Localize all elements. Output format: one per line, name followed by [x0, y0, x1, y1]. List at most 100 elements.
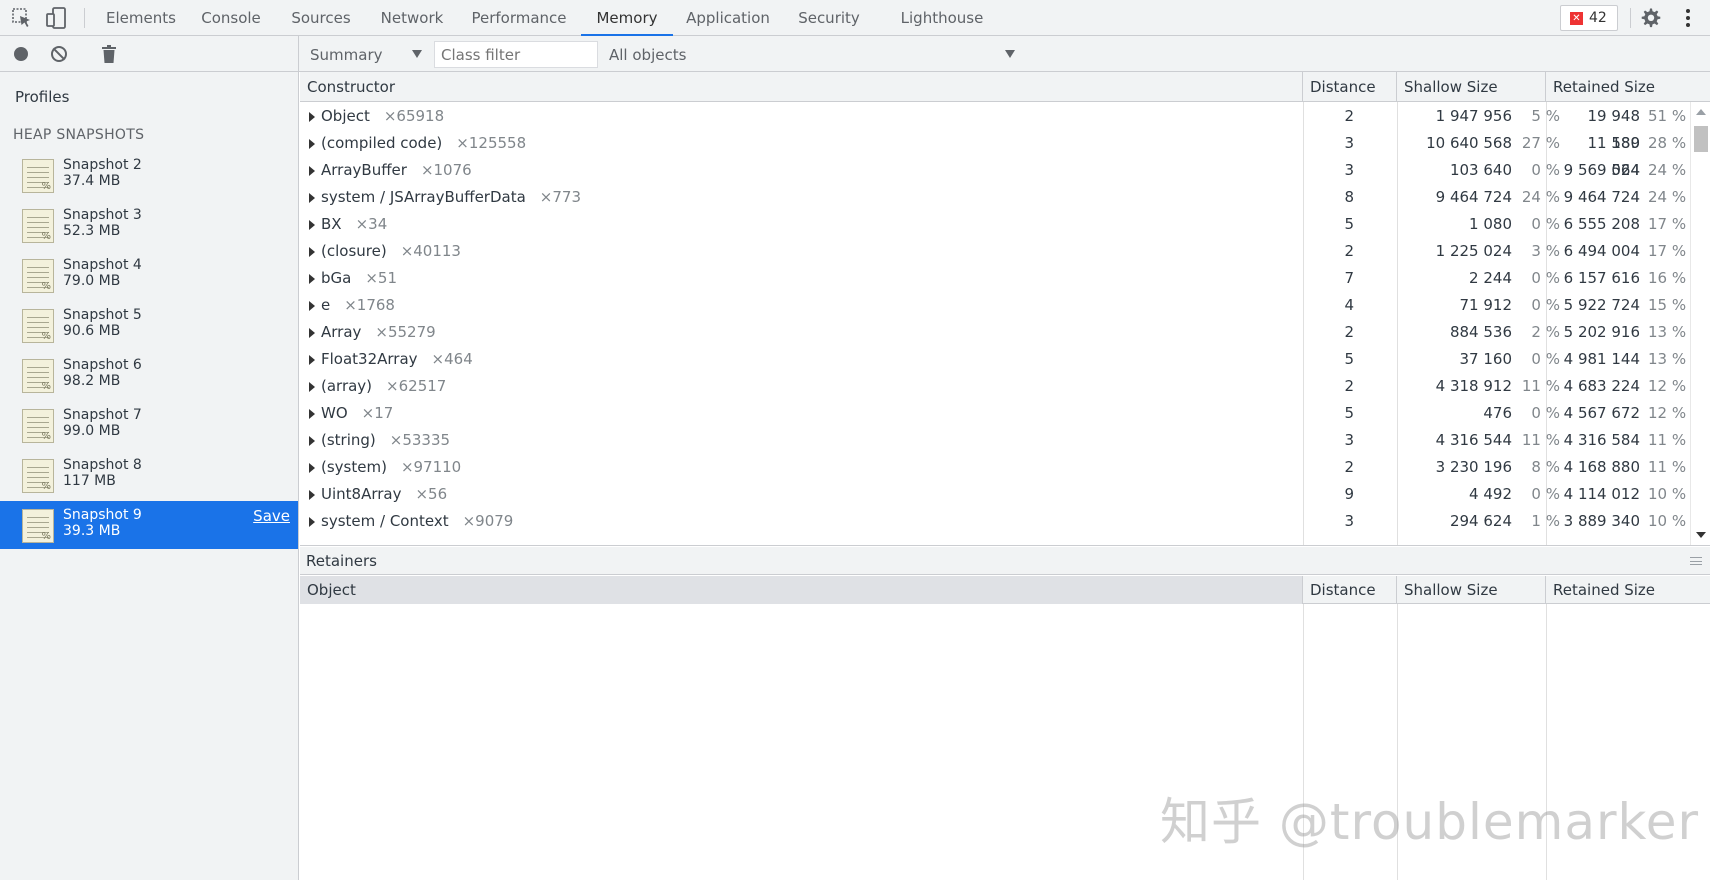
row-shallow-percent: 3 % — [1531, 242, 1560, 260]
constructor-label: ArrayBuffer — [321, 161, 407, 179]
constructor-label: (string) — [321, 431, 376, 449]
expand-triangle-icon[interactable] — [309, 247, 315, 257]
row-shallow-size: 10 640 568 — [1426, 134, 1512, 152]
snapshot-item-selected[interactable]: Snapshot 9 39.3 MB Save — [0, 501, 298, 549]
scrollbar-thumb[interactable] — [1694, 126, 1708, 152]
table-row[interactable]: BX ×34 5 1 080 0 % 6 555 208 17 % — [300, 211, 1690, 238]
row-shallow-size: 884 536 — [1449, 323, 1512, 341]
table-row[interactable]: (system) ×97110 2 3 230 196 8 % 4 168 880 11 % — [300, 454, 1690, 481]
tab-elements[interactable]: Elements — [100, 0, 182, 36]
table-row[interactable]: (string) ×53335 3 4 316 544 11 % 4 316 584 11 … — [300, 427, 1690, 454]
expand-triangle-icon[interactable] — [309, 193, 315, 203]
constructor-label: system / JSArrayBufferData — [321, 188, 526, 206]
table-row[interactable]: WO ×17 5 476 0 % 4 567 672 12 % — [300, 400, 1690, 427]
table-row[interactable]: Object ×65918 2 1 947 956 5 % 19 948 580 51 % — [300, 103, 1690, 152]
table-row[interactable]: system / Context ×9079 3 294 624 1 % 3 889 34… — [300, 508, 1690, 535]
tab-sources[interactable]: Sources — [284, 0, 358, 36]
clear-all-profiles-icon[interactable] — [51, 46, 67, 62]
expand-triangle-icon[interactable] — [309, 139, 315, 149]
expand-triangle-icon[interactable] — [309, 220, 315, 230]
tab-network[interactable]: Network — [373, 0, 451, 36]
instance-count: ×1076 — [420, 161, 472, 179]
snapshot-item[interactable]: Snapshot 6 98.2 MB — [0, 351, 298, 399]
error-count-badge[interactable]: ✕ 42 — [1560, 5, 1618, 31]
tab-memory[interactable]: Memory — [581, 0, 673, 36]
settings-gear-icon[interactable] — [1640, 7, 1662, 29]
retainers-column-retained-size[interactable]: Retained Size — [1546, 576, 1710, 604]
snapshot-name: Snapshot 5 — [63, 307, 142, 323]
expand-triangle-icon[interactable] — [309, 463, 315, 473]
row-shallow-percent: 2 % — [1531, 323, 1560, 341]
tab-security[interactable]: Security — [789, 0, 869, 36]
retainers-column-object[interactable]: Object — [300, 576, 1303, 604]
snapshot-item[interactable]: Snapshot 4 79.0 MB — [0, 251, 298, 299]
column-shallow-size[interactable]: Shallow Size — [1397, 72, 1546, 102]
expand-triangle-icon[interactable] — [309, 436, 315, 446]
resize-handle-icon[interactable] — [1690, 557, 1702, 565]
instance-count: ×97110 — [400, 458, 462, 476]
scroll-up-arrow-icon[interactable] — [1696, 109, 1706, 115]
expand-triangle-icon[interactable] — [309, 382, 315, 392]
instance-count: ×40113 — [400, 242, 461, 260]
row-shallow-size: 103 640 — [1449, 161, 1512, 179]
snapshot-name: Snapshot 6 — [63, 357, 142, 373]
tab-application[interactable]: Application — [682, 0, 774, 36]
column-distance[interactable]: Distance — [1303, 72, 1397, 102]
view-select[interactable]: Summary — [310, 44, 422, 66]
row-retained-size: 3 889 340 — [1563, 512, 1640, 530]
snapshot-name: Snapshot 7 — [63, 407, 142, 423]
snapshot-item[interactable]: Snapshot 2 37.4 MB — [0, 151, 298, 199]
row-shallow-size: 4 318 912 — [1435, 377, 1512, 395]
table-row[interactable]: bGa ×51 7 2 244 0 % 6 157 616 16 % — [300, 265, 1690, 292]
table-row[interactable]: Array ×55279 2 884 536 2 % 5 202 916 13 % — [300, 319, 1690, 346]
record-icon[interactable] — [14, 47, 28, 61]
expand-triangle-icon[interactable] — [309, 301, 315, 311]
inspect-element-icon[interactable] — [11, 7, 33, 29]
collect-garbage-trash-icon[interactable] — [102, 45, 116, 63]
table-row[interactable]: (array) ×62517 2 4 318 912 11 % 4 683 224 12 % — [300, 373, 1690, 400]
table-row[interactable]: Float32Array ×464 5 37 160 0 % 4 981 144 13 % — [300, 346, 1690, 373]
expand-triangle-icon[interactable] — [309, 166, 315, 176]
row-distance: 5 — [1344, 404, 1354, 422]
snapshot-item[interactable]: Snapshot 3 52.3 MB — [0, 201, 298, 249]
more-options-icon[interactable] — [1677, 7, 1699, 29]
constructor-name: Float32Array ×464 — [321, 346, 473, 373]
expand-triangle-icon[interactable] — [309, 490, 315, 500]
device-toolbar-icon[interactable] — [46, 7, 68, 29]
snapshot-item[interactable]: Snapshot 7 99.0 MB — [0, 401, 298, 449]
expand-triangle-icon[interactable] — [309, 328, 315, 338]
profiles-title: Profiles — [15, 88, 70, 106]
column-constructor[interactable]: Constructor — [300, 72, 1303, 102]
table-row[interactable]: (compiled code) ×125558 3 10 640 568 27 % 11 … — [300, 130, 1690, 179]
row-shallow-percent: 0 % — [1531, 485, 1560, 503]
expand-triangle-icon[interactable] — [309, 112, 315, 122]
column-retained-size[interactable]: Retained Size — [1546, 72, 1710, 102]
save-snapshot-link[interactable]: Save — [253, 507, 290, 525]
retainers-column-distance[interactable]: Distance — [1303, 576, 1397, 604]
row-retained-size: 4 114 012 — [1563, 485, 1640, 503]
expand-triangle-icon[interactable] — [309, 355, 315, 365]
expand-triangle-icon[interactable] — [309, 409, 315, 419]
scroll-down-arrow-icon[interactable] — [1696, 532, 1706, 538]
tab-console[interactable]: Console — [195, 0, 267, 36]
table-row[interactable]: ArrayBuffer ×1076 3 103 640 0 % 9 569 564 24 % — [300, 157, 1690, 184]
row-shallow-size: 1 080 — [1469, 215, 1512, 233]
table-row[interactable]: e ×1768 4 71 912 0 % 5 922 724 15 % — [300, 292, 1690, 319]
row-shallow-size: 4 492 — [1469, 485, 1512, 503]
snapshot-item[interactable]: Snapshot 5 90.6 MB — [0, 301, 298, 349]
class-filter-input[interactable] — [434, 41, 598, 68]
row-shallow-size: 476 — [1483, 404, 1512, 422]
table-row[interactable]: system / JSArrayBufferData ×773 8 9 464 724… — [300, 184, 1690, 211]
table-row[interactable]: (closure) ×40113 2 1 225 024 3 % 6 494 004 17 … — [300, 238, 1690, 265]
retainers-column-shallow-size[interactable]: Shallow Size — [1397, 576, 1546, 604]
snapshot-item[interactable]: Snapshot 8 117 MB — [0, 451, 298, 499]
tab-lighthouse[interactable]: Lighthouse — [893, 0, 991, 36]
grid-scrollbar[interactable] — [1690, 102, 1710, 545]
objects-select[interactable]: All objects — [609, 44, 1015, 66]
table-row[interactable]: Uint8Array ×56 9 4 492 0 % 4 114 012 10 % — [300, 481, 1690, 508]
expand-triangle-icon[interactable] — [309, 274, 315, 284]
row-distance: 2 — [1344, 458, 1354, 476]
row-shallow-percent: 0 % — [1531, 269, 1560, 287]
expand-triangle-icon[interactable] — [309, 517, 315, 527]
tab-performance[interactable]: Performance — [467, 0, 571, 36]
